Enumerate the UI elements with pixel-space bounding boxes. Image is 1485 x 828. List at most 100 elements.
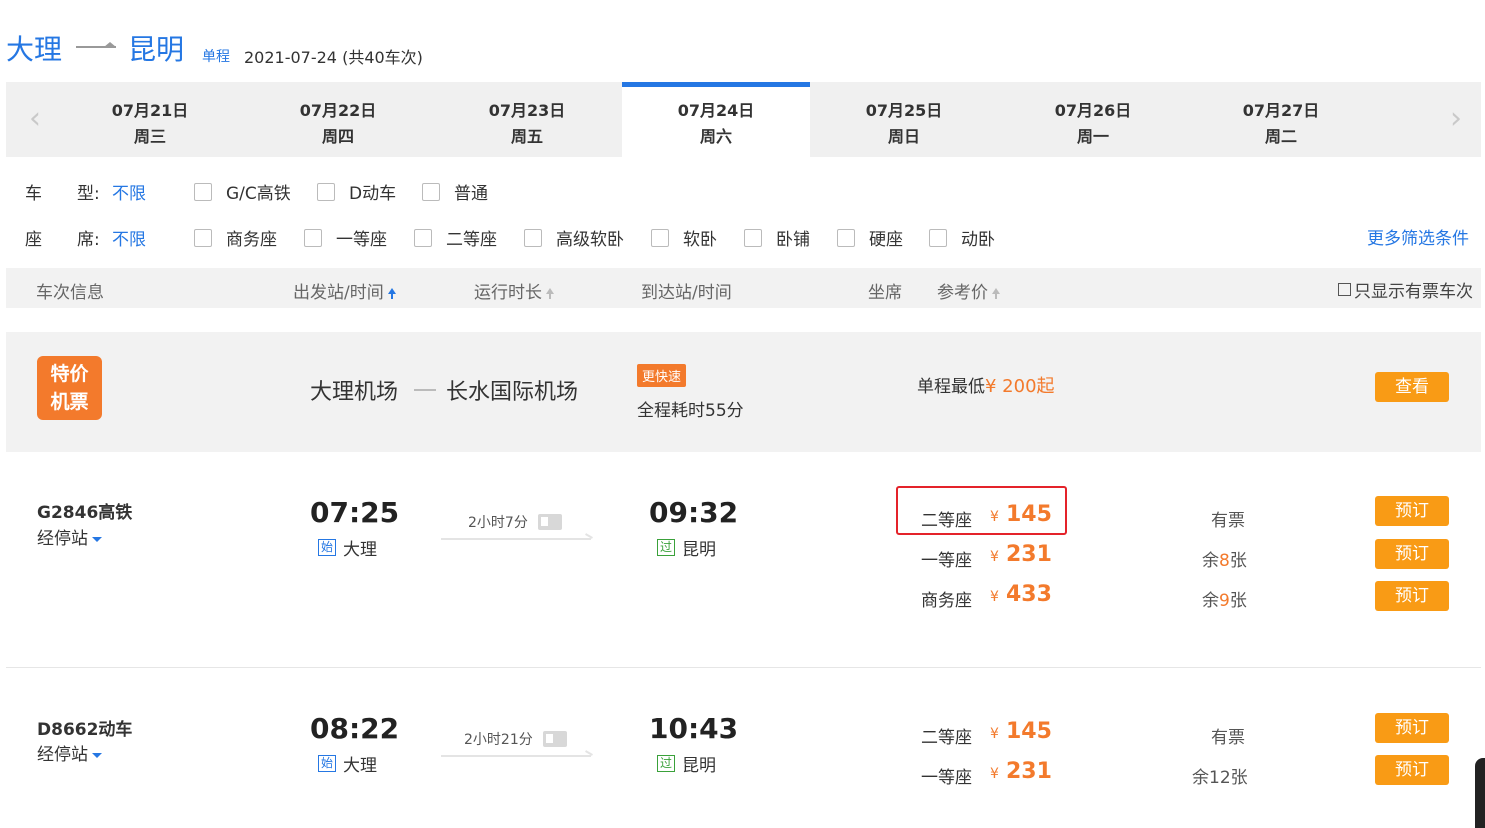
checkbox-box[interactable] [929,228,947,247]
only-available-checkbox[interactable]: 只显示有票车次 [1338,277,1473,302]
ticket-availability: 余9张 [1202,586,1247,611]
station-name: 昆明 [682,540,717,560]
stops-toggle[interactable]: 经停站 [37,524,102,549]
filter-d-sleeper-checkbox[interactable]: 动卧 [929,225,995,250]
route-arrow-icon [76,42,116,48]
col-train-info: 车次信息 [36,283,104,303]
col-depart-sort[interactable]: 出发站/时间 [293,278,396,303]
yen-sign: ¥ [990,589,999,605]
book-button[interactable]: 预订 [1375,539,1449,569]
checkbox-box[interactable] [524,228,542,247]
checkbox-box[interactable] [304,228,322,247]
checkbox-box[interactable] [194,228,212,247]
checkbox-box[interactable] [194,182,212,201]
col-price-label: 参考价 [937,283,988,303]
faster-tag: 更快速 [637,364,687,387]
book-button[interactable]: 预订 [1375,496,1449,526]
filter-option-label: 二等座 [446,230,497,250]
date-tab-weekday: 周二 [1264,127,1297,146]
filter-option-label: 卧铺 [776,230,810,250]
train-number[interactable]: G2846高铁 [37,498,132,523]
filter-option-label: D动车 [349,184,397,204]
seat-any[interactable]: 不限 [112,225,146,250]
filter-first-class-checkbox[interactable]: 一等座 [304,225,387,250]
filter-hard-seat-checkbox[interactable]: 硬座 [837,225,903,250]
view-flight-button[interactable]: 查看 [1375,372,1449,402]
checkbox-box[interactable] [837,228,855,247]
date-tab-weekday: 周四 [321,127,354,146]
col-depart-label: 出发站/时间 [293,283,384,303]
depart-time: 07:25 [310,496,400,529]
caret-down-icon [92,752,102,758]
filter-gc-checkbox[interactable]: G/C高铁 [194,179,291,204]
filter-option-label: 动卧 [961,230,995,250]
prev-dates-chevron-icon[interactable]: ‹ [20,104,50,134]
date-tab-weekday: 周三 [133,127,166,146]
arrive-station: 过昆明 [657,751,716,776]
seat-label-a: 座 [25,230,42,250]
filter-deluxe-sleeper-checkbox[interactable]: 高级软卧 [524,225,624,250]
ticket-availability: 余8张 [1202,546,1247,571]
date-tab-weekday: 周五 [510,127,543,146]
stops-label: 经停站 [37,529,88,549]
col-seat: 坐席 [868,283,902,303]
pass-station-tag: 过 [657,539,676,556]
date-tab-0721[interactable]: 07月21日 周三 [56,82,244,157]
seat-price: 231 [1006,542,1052,567]
filter-second-class-checkbox[interactable]: 二等座 [414,225,497,250]
date-tab-0723[interactable]: 07月23日 周五 [433,82,621,157]
date-tab-0725[interactable]: 07月25日 周日 [810,82,998,157]
more-filters-link[interactable]: 更多筛选条件 [1367,224,1469,249]
results-column-header: 车次信息 出发站/时间 运行时长 到达站/时间 坐席 参考价 只显示有票车次 [6,268,1481,308]
book-button[interactable]: 预订 [1375,755,1449,785]
date-tab-date: 07月22日 [299,101,377,120]
duration-line [441,755,591,757]
trip-date-summary: 2021-07-24 (共40车次) [244,48,423,67]
date-tab-date: 07月21日 [111,101,189,120]
col-duration-sort[interactable]: 运行时长 [474,278,554,303]
trip-type-link[interactable]: 单程 [202,46,230,66]
highlight-box [896,486,1067,535]
checkbox-box[interactable] [317,182,335,201]
filter-option-label: 高级软卧 [556,230,624,250]
ticket-availability: 有票 [1211,723,1245,748]
duration-text: 2小时7分 [468,515,528,531]
promo-price: 单程最低¥ 200起 [917,372,1055,398]
date-tab-0726[interactable]: 07月26日 周一 [999,82,1187,157]
filter-d-checkbox[interactable]: D动车 [317,179,396,204]
checkbox-box[interactable] [744,228,762,247]
col-price-sort[interactable]: 参考价 [937,278,1000,303]
seat-price: 145 [1006,719,1052,744]
depart-station: 始大理 [318,535,377,560]
date-tab-0724-active[interactable]: 07月24日 周六 [622,82,810,157]
filter-normal-checkbox[interactable]: 普通 [422,179,488,204]
stops-toggle[interactable]: 经停站 [37,740,102,765]
checkbox-box[interactable] [651,228,669,247]
date-tab-weekday: 周六 [699,127,732,146]
book-button[interactable]: 预订 [1375,713,1449,743]
filter-option-label: 软卧 [683,230,717,250]
filter-soft-sleeper-checkbox[interactable]: 软卧 [651,225,717,250]
badge-line-1: 特价 [50,363,89,385]
promo-duration: 全程耗时55分 [637,401,744,421]
checkbox-box[interactable] [422,182,440,201]
train-number[interactable]: D8662动车 [37,715,132,740]
train-type-any[interactable]: 不限 [112,179,146,204]
date-tab-0727[interactable]: 07月27日 周二 [1187,82,1375,157]
next-dates-chevron-icon[interactable]: › [1441,104,1471,134]
checkbox-box[interactable] [414,228,432,247]
pass-station-tag: 过 [657,755,676,772]
book-button[interactable]: 预订 [1375,581,1449,611]
col-duration-label: 运行时长 [474,283,542,303]
date-bar: ‹ 07月21日 周三 07月22日 周四 07月23日 周五 07月24日 周… [6,82,1481,157]
checkbox-box[interactable] [1338,283,1351,296]
date-tab-0722[interactable]: 07月22日 周四 [244,82,432,157]
filter-option-label: G/C高铁 [226,184,291,204]
duration-text: 2小时21分 [464,732,533,748]
flight-promo-row: 特价 机票 大理机场 长水国际机场 更快速 全程耗时55分 单程最低¥ 200起… [6,332,1481,452]
filter-sleeper-checkbox[interactable]: 卧铺 [744,225,810,250]
filter-business-checkbox[interactable]: 商务座 [194,225,277,250]
avail-text: 张 [1229,591,1247,611]
sort-arrow-up-icon [546,288,554,299]
date-tab-date: 07月26日 [1054,101,1132,120]
